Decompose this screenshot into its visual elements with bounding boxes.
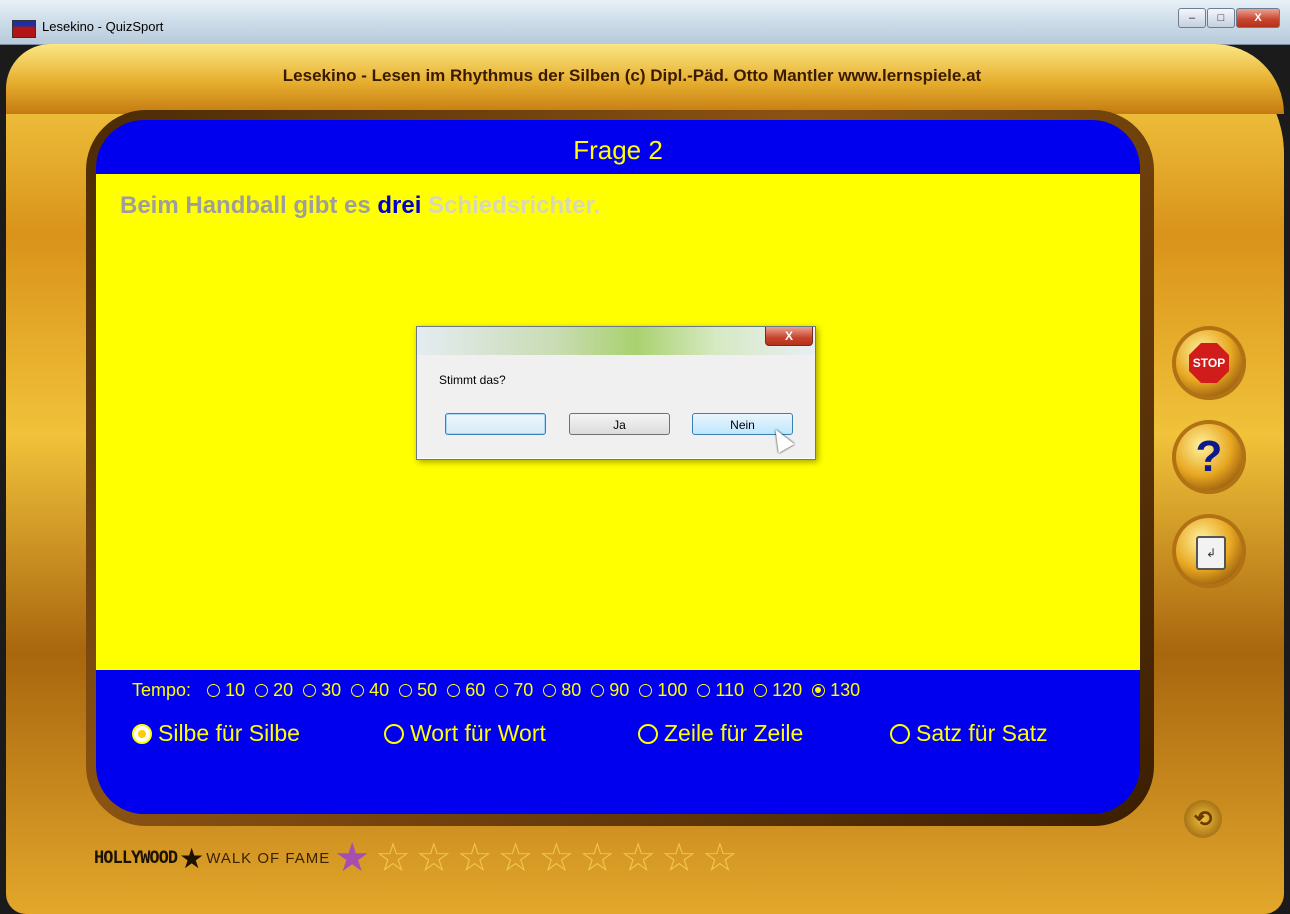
yes-button[interactable]: Ja	[569, 413, 670, 435]
star-empty-icon: ☆	[456, 836, 493, 880]
tempo-option-label: 120	[772, 680, 803, 700]
tempo-option-label: 70	[513, 680, 534, 700]
minimize-button[interactable]: –	[1178, 8, 1206, 28]
radio-icon	[543, 684, 557, 697]
tempo-option-label: 10	[225, 680, 246, 700]
radio-icon	[207, 684, 221, 697]
read-text: Beim Handball gibt es	[120, 192, 378, 219]
radio-icon	[591, 684, 605, 697]
tempo-option[interactable]: 110	[697, 680, 744, 701]
stop-sign-icon: STOP	[1189, 343, 1229, 383]
tempo-row: Tempo: 10 20 30 40 50 60 70 80 90 100 11…	[132, 680, 860, 701]
tempo-option[interactable]: 80	[543, 680, 581, 701]
quiz-screen: Frage 2 Beim Handball gibt es drei Schie…	[96, 120, 1140, 814]
mode-line[interactable]: Zeile für Zeile	[638, 720, 890, 747]
question-title: Frage 2	[573, 135, 663, 165]
tempo-option-label: 90	[609, 680, 630, 700]
tempo-option[interactable]: 90	[591, 680, 629, 701]
radio-icon	[754, 684, 768, 697]
radio-icon	[890, 723, 910, 744]
star-empty-icon: ☆	[620, 836, 657, 880]
mode-syllable[interactable]: Silbe für Silbe	[132, 720, 384, 747]
radio-icon	[639, 684, 653, 697]
tempo-option-label: 100	[657, 680, 688, 700]
app-header: Lesekino - Lesen im Rhythmus der Silben …	[282, 66, 982, 85]
window-title: Lesekino - QuizSport	[42, 19, 164, 34]
question-text: Beim Handball gibt es drei Schiedsrichte…	[120, 192, 600, 220]
tempo-option[interactable]: 30	[303, 680, 341, 701]
window-controls: – □ X	[1177, 8, 1280, 28]
radio-icon	[495, 684, 509, 697]
tempo-option-label: 80	[561, 680, 582, 700]
radio-icon	[351, 684, 365, 697]
star-empty-icon: ☆	[579, 836, 616, 880]
tempo-option[interactable]: 120	[754, 680, 802, 701]
window-titlebar: Lesekino - QuizSport – □ X	[0, 0, 1290, 45]
star-empty-icon: ☆	[661, 836, 697, 880]
tempo-option-selected[interactable]: 130	[812, 680, 860, 701]
star-empty-icon: ☆	[415, 836, 452, 880]
help-button[interactable]: ?	[1172, 420, 1246, 494]
tempo-option-label: 130	[830, 680, 861, 700]
mode-sentence[interactable]: Satz für Satz	[890, 720, 1048, 747]
tempo-option-label: 40	[369, 680, 390, 700]
tempo-label: Tempo:	[132, 680, 192, 700]
mode-label: Wort für Wort	[410, 720, 546, 746]
tempo-option[interactable]: 70	[495, 680, 533, 701]
tempo-option-label: 50	[417, 680, 438, 700]
tempo-option[interactable]: 50	[399, 680, 437, 701]
tempo-option-label: 30	[321, 680, 342, 700]
dialog-blank-button[interactable]	[445, 413, 546, 435]
radio-selected-icon	[812, 684, 826, 697]
hollywood-logo: HOLLYWOOD	[94, 848, 178, 868]
tempo-option-label: 60	[465, 680, 486, 700]
close-button[interactable]: X	[1236, 8, 1280, 28]
star-icon: ★	[179, 842, 205, 874]
question-mark-icon: ?	[1195, 432, 1223, 481]
tempo-option[interactable]: 40	[351, 680, 389, 701]
tempo-option[interactable]: 60	[447, 680, 485, 701]
star-empty-icon: ☆	[375, 836, 411, 880]
page-icon: ↲	[1196, 536, 1226, 570]
dialog-titlebar: X	[417, 327, 815, 356]
star-empty-icon: ☆	[538, 836, 575, 880]
tempo-option[interactable]: 20	[255, 680, 293, 701]
radio-icon	[255, 684, 269, 697]
tempo-option[interactable]: 100	[639, 680, 687, 701]
mode-label: Satz für Satz	[916, 720, 1048, 746]
restart-button[interactable]: ⟲	[1184, 800, 1222, 838]
star-filled-icon: ★	[334, 836, 371, 880]
tempo-option-label: 20	[273, 680, 294, 700]
maximize-button[interactable]: □	[1207, 8, 1235, 28]
app-icon	[12, 20, 36, 38]
walk-of-fame-text: WALK OF FAME	[206, 849, 331, 867]
dialog-body: Stimmt das? Ja Nein	[417, 355, 815, 458]
confirm-dialog: X Stimmt das? Ja Nein	[416, 326, 816, 460]
radio-icon	[303, 684, 317, 697]
unread-text: Schiedsrichter.	[421, 192, 601, 219]
reading-mode-row: Silbe für Silbe Wort für Wort Zeile für …	[132, 720, 1048, 747]
radio-icon	[447, 684, 461, 697]
radio-icon	[384, 723, 404, 744]
dialog-close-button[interactable]: X	[765, 327, 813, 346]
mode-label: Zeile für Zeile	[664, 720, 804, 746]
mode-label: Silbe für Silbe	[158, 720, 300, 746]
tempo-option-label: 110	[715, 680, 745, 700]
walk-of-fame: HOLLYWOOD ★ WALK OF FAME ★ ☆ ☆ ☆ ☆ ☆ ☆ ☆…	[94, 838, 743, 878]
tempo-option[interactable]: 10	[207, 680, 245, 701]
dialog-message: Stimmt das?	[439, 373, 506, 387]
radio-icon	[638, 723, 658, 744]
radio-icon	[697, 684, 711, 697]
score-stars: ★ ☆ ☆ ☆ ☆ ☆ ☆ ☆ ☆ ☆	[334, 838, 743, 878]
page-button[interactable]: ↲	[1172, 514, 1246, 588]
radio-icon	[399, 684, 413, 697]
star-empty-icon: ☆	[497, 836, 534, 880]
stop-button[interactable]: STOP	[1172, 326, 1246, 400]
current-word: drei	[377, 192, 422, 219]
mode-word[interactable]: Wort für Wort	[384, 720, 638, 747]
radio-selected-icon	[132, 723, 152, 744]
star-empty-icon: ☆	[701, 836, 738, 880]
